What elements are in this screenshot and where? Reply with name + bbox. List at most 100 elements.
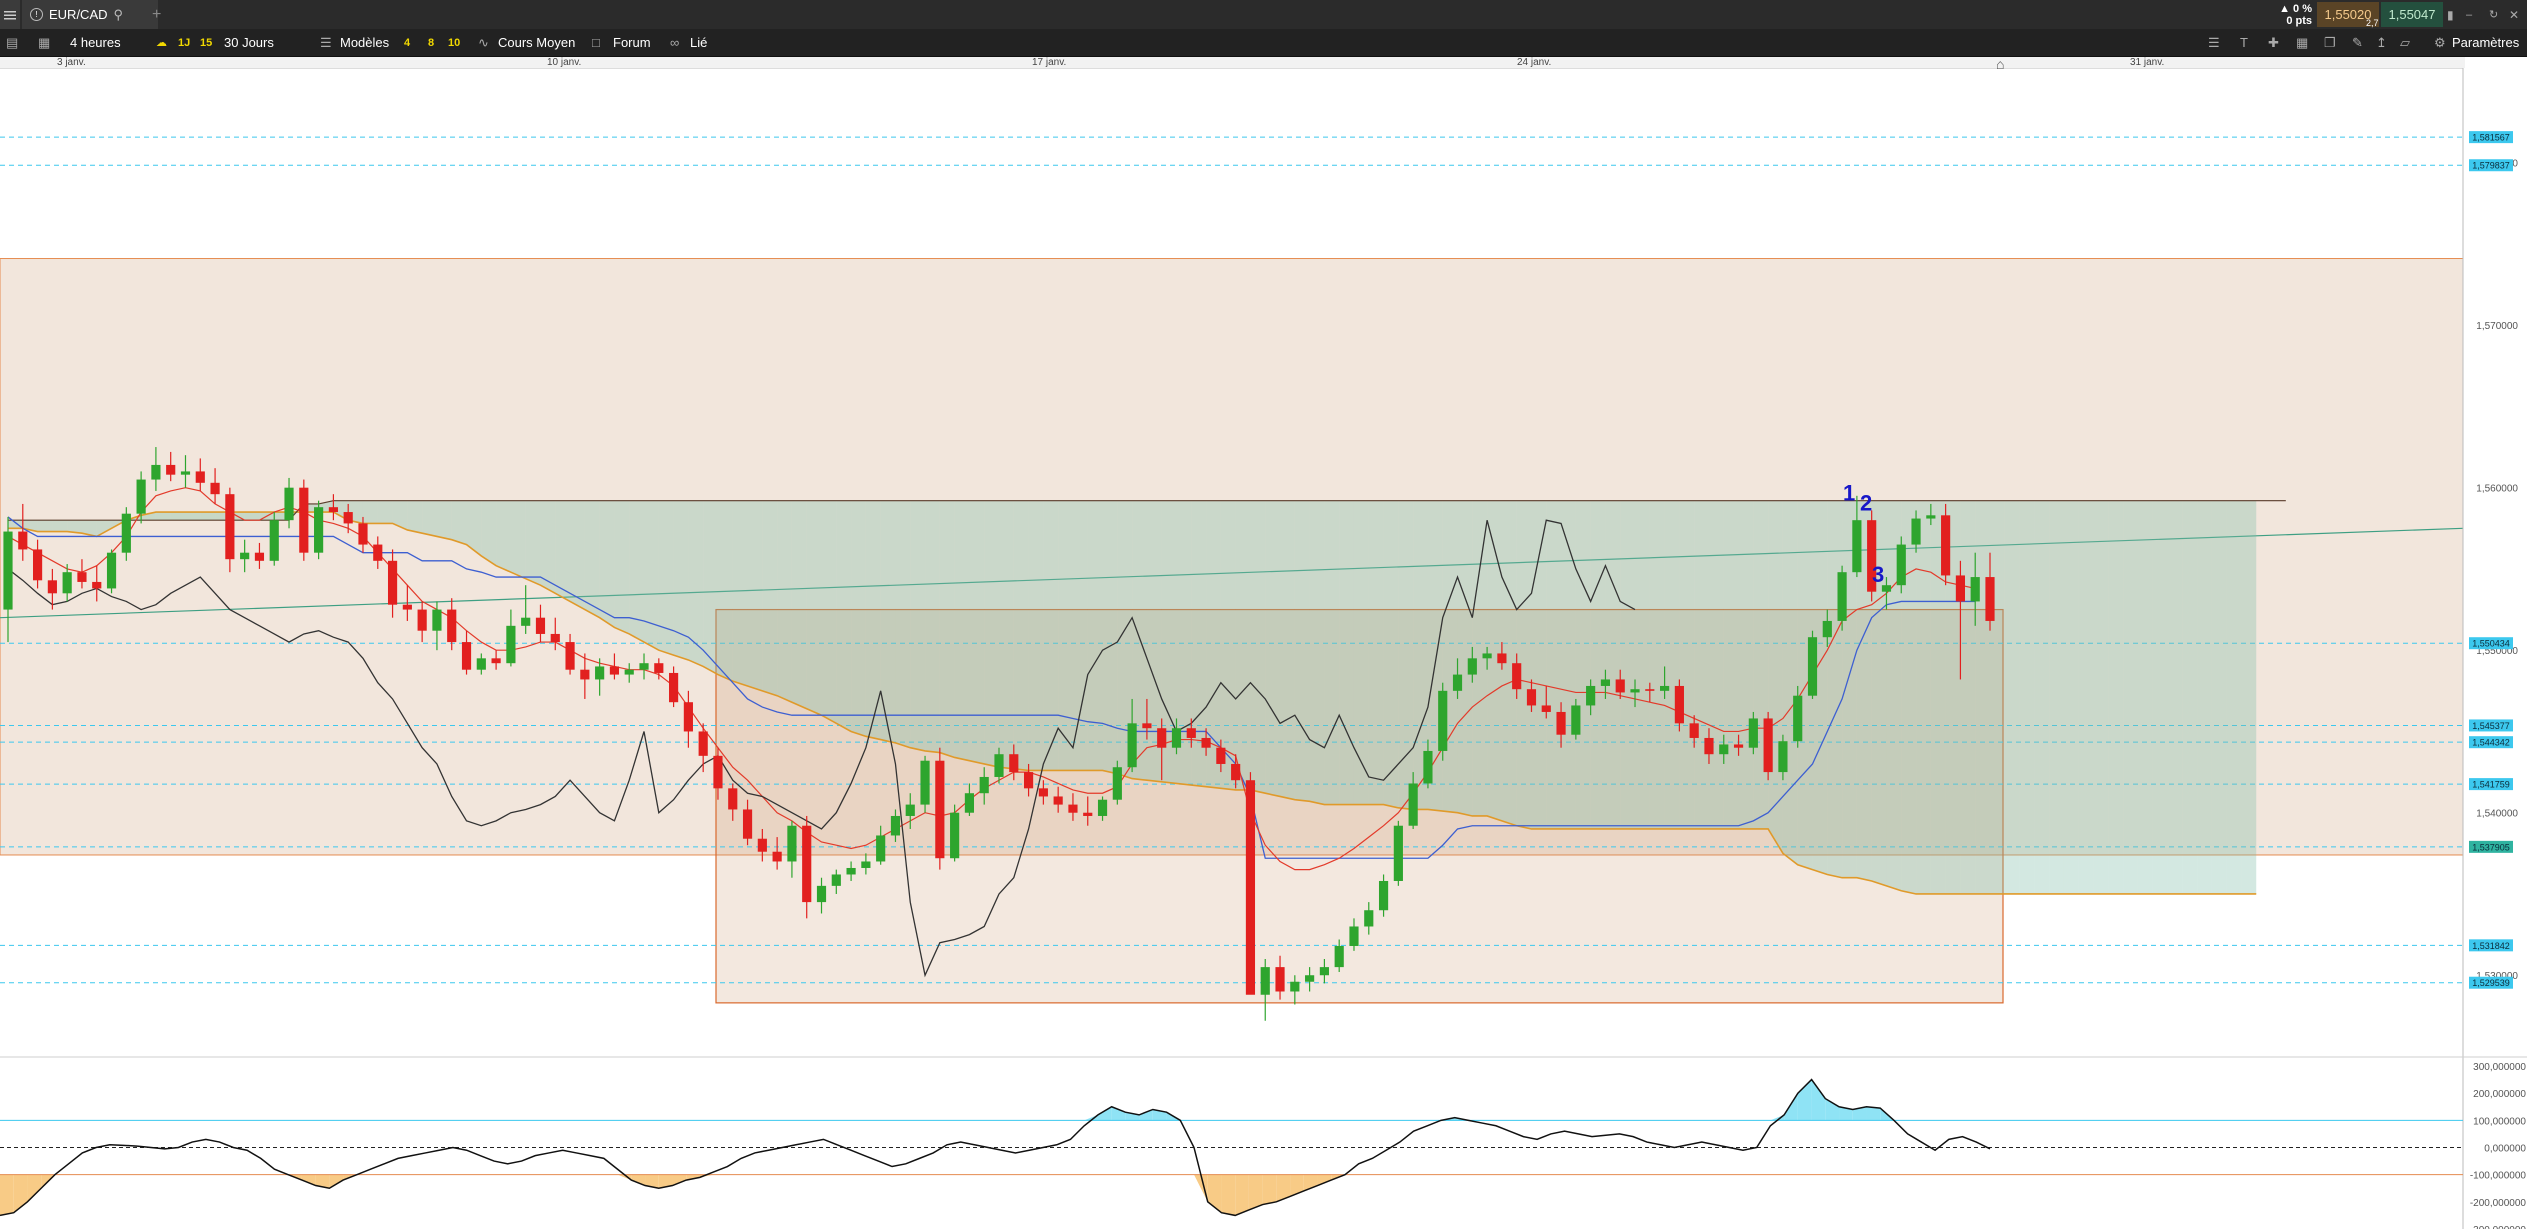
cloud-segment — [37, 520, 53, 532]
candle-body — [846, 867, 856, 875]
candle-body — [328, 507, 338, 513]
cloud-segment — [1827, 500, 1843, 878]
cloud-segment — [2137, 500, 2153, 894]
candle-body — [1674, 685, 1684, 724]
cloud-segment — [2063, 500, 2079, 894]
cloud-segment — [1664, 500, 1680, 829]
price-chart[interactable]: 123 1,5800001,5700001,5600001,5500001,54… — [0, 0, 2527, 1229]
candle-body — [1719, 744, 1729, 755]
candle-body — [417, 609, 427, 631]
candle-body — [1186, 728, 1196, 738]
candle-body — [1083, 812, 1093, 816]
cloud-segment — [688, 500, 704, 667]
osc-tick-label: 0,000000 — [2484, 1144, 2526, 1155]
cloud-segment — [540, 500, 556, 594]
cloud-segment — [422, 500, 437, 537]
cloud-segment — [1265, 500, 1281, 797]
cloud-segment — [1679, 500, 1695, 829]
candle-body — [92, 581, 102, 589]
candle-body — [1009, 754, 1019, 773]
cloud-segment — [1694, 500, 1709, 829]
candle-body — [343, 512, 353, 524]
candle-body — [1452, 674, 1463, 691]
cloud-segment — [185, 512, 201, 521]
candle-body — [609, 666, 620, 675]
candle-body — [580, 669, 590, 680]
candle-body — [1970, 577, 1980, 602]
cloud-segment — [747, 500, 763, 691]
osc-oversold-fill — [1194, 1174, 1208, 1202]
cloud-segment — [599, 500, 615, 628]
candle-body — [1171, 728, 1182, 748]
cloud-segment — [2211, 500, 2227, 894]
candle-body — [624, 669, 634, 675]
candle-body — [432, 609, 442, 631]
candle-body — [1645, 689, 1655, 691]
cloud-segment — [984, 500, 999, 768]
candle-body — [550, 633, 560, 643]
cloud-segment — [1768, 500, 1783, 854]
candle-body — [269, 520, 279, 561]
candle-body — [1763, 718, 1773, 773]
cloud-segment — [2093, 500, 2109, 894]
cloud-segment — [2226, 500, 2242, 894]
candle-body — [1038, 788, 1048, 797]
candle-body — [757, 838, 767, 852]
candle-body — [136, 479, 146, 514]
candle-body — [861, 861, 871, 868]
cloud-segment — [2241, 500, 2257, 894]
cloud-segment — [481, 500, 497, 566]
cloud-segment — [1605, 500, 1621, 829]
cloud-segment — [865, 500, 881, 740]
cloud-segment — [1309, 500, 1325, 805]
candle-body — [1231, 763, 1241, 781]
candle-body — [195, 471, 205, 483]
candle-body — [1201, 737, 1211, 748]
wave-label: 2 — [1860, 490, 1872, 515]
osc-tick-label: 200,000000 — [2473, 1089, 2526, 1100]
candle-body — [240, 552, 250, 560]
cloud-segment — [1575, 500, 1591, 829]
cloud-segment — [836, 500, 852, 732]
candle-body — [890, 815, 901, 836]
cloud-segment — [155, 512, 171, 521]
cloud-segment — [2078, 500, 2094, 894]
cloud-segment — [377, 500, 393, 524]
price-tag-label: 1,579837 — [2472, 161, 2510, 171]
cloud-segment — [1708, 500, 1724, 829]
cloud-segment — [644, 500, 659, 651]
osc-oversold-fill — [1235, 1174, 1249, 1216]
candle-body — [1053, 796, 1063, 805]
cloud-segment — [821, 500, 837, 724]
candle-body — [1526, 689, 1537, 706]
osc-tick-label: 100,000000 — [2473, 1116, 2526, 1127]
cloud-segment — [1561, 500, 1576, 829]
candle-body — [816, 885, 827, 903]
candle-body — [210, 482, 220, 495]
candle-body — [506, 625, 516, 664]
candle-body — [1911, 518, 1921, 545]
price-tag-label: 1,541759 — [2472, 780, 2510, 790]
osc-oversold-fill — [672, 1174, 687, 1186]
candle-body — [1393, 825, 1403, 881]
cloud-segment — [407, 500, 423, 534]
cloud-segment — [969, 500, 985, 764]
candle-body — [1748, 718, 1758, 748]
candle-body — [225, 494, 235, 560]
candle-body — [698, 731, 708, 756]
osc-oversold-fill — [1221, 1174, 1236, 1216]
cloud-segment — [1738, 500, 1754, 829]
price-tick-label: 1,570000 — [2476, 321, 2518, 332]
candle-body — [1778, 741, 1788, 773]
price-tag-label: 1,581567 — [2472, 133, 2510, 143]
candle-body — [284, 487, 294, 521]
osc-overbought-fill — [1866, 1106, 1881, 1121]
candle-body — [802, 825, 812, 903]
candle-body — [1097, 799, 1108, 816]
candle-body — [1822, 620, 1832, 638]
cloud-segment — [1220, 500, 1236, 790]
wave-label: 1 — [1843, 481, 1855, 506]
candle-body — [1586, 685, 1596, 706]
cloud-segment — [525, 500, 541, 586]
price-tag-label: 1,544342 — [2472, 738, 2510, 748]
